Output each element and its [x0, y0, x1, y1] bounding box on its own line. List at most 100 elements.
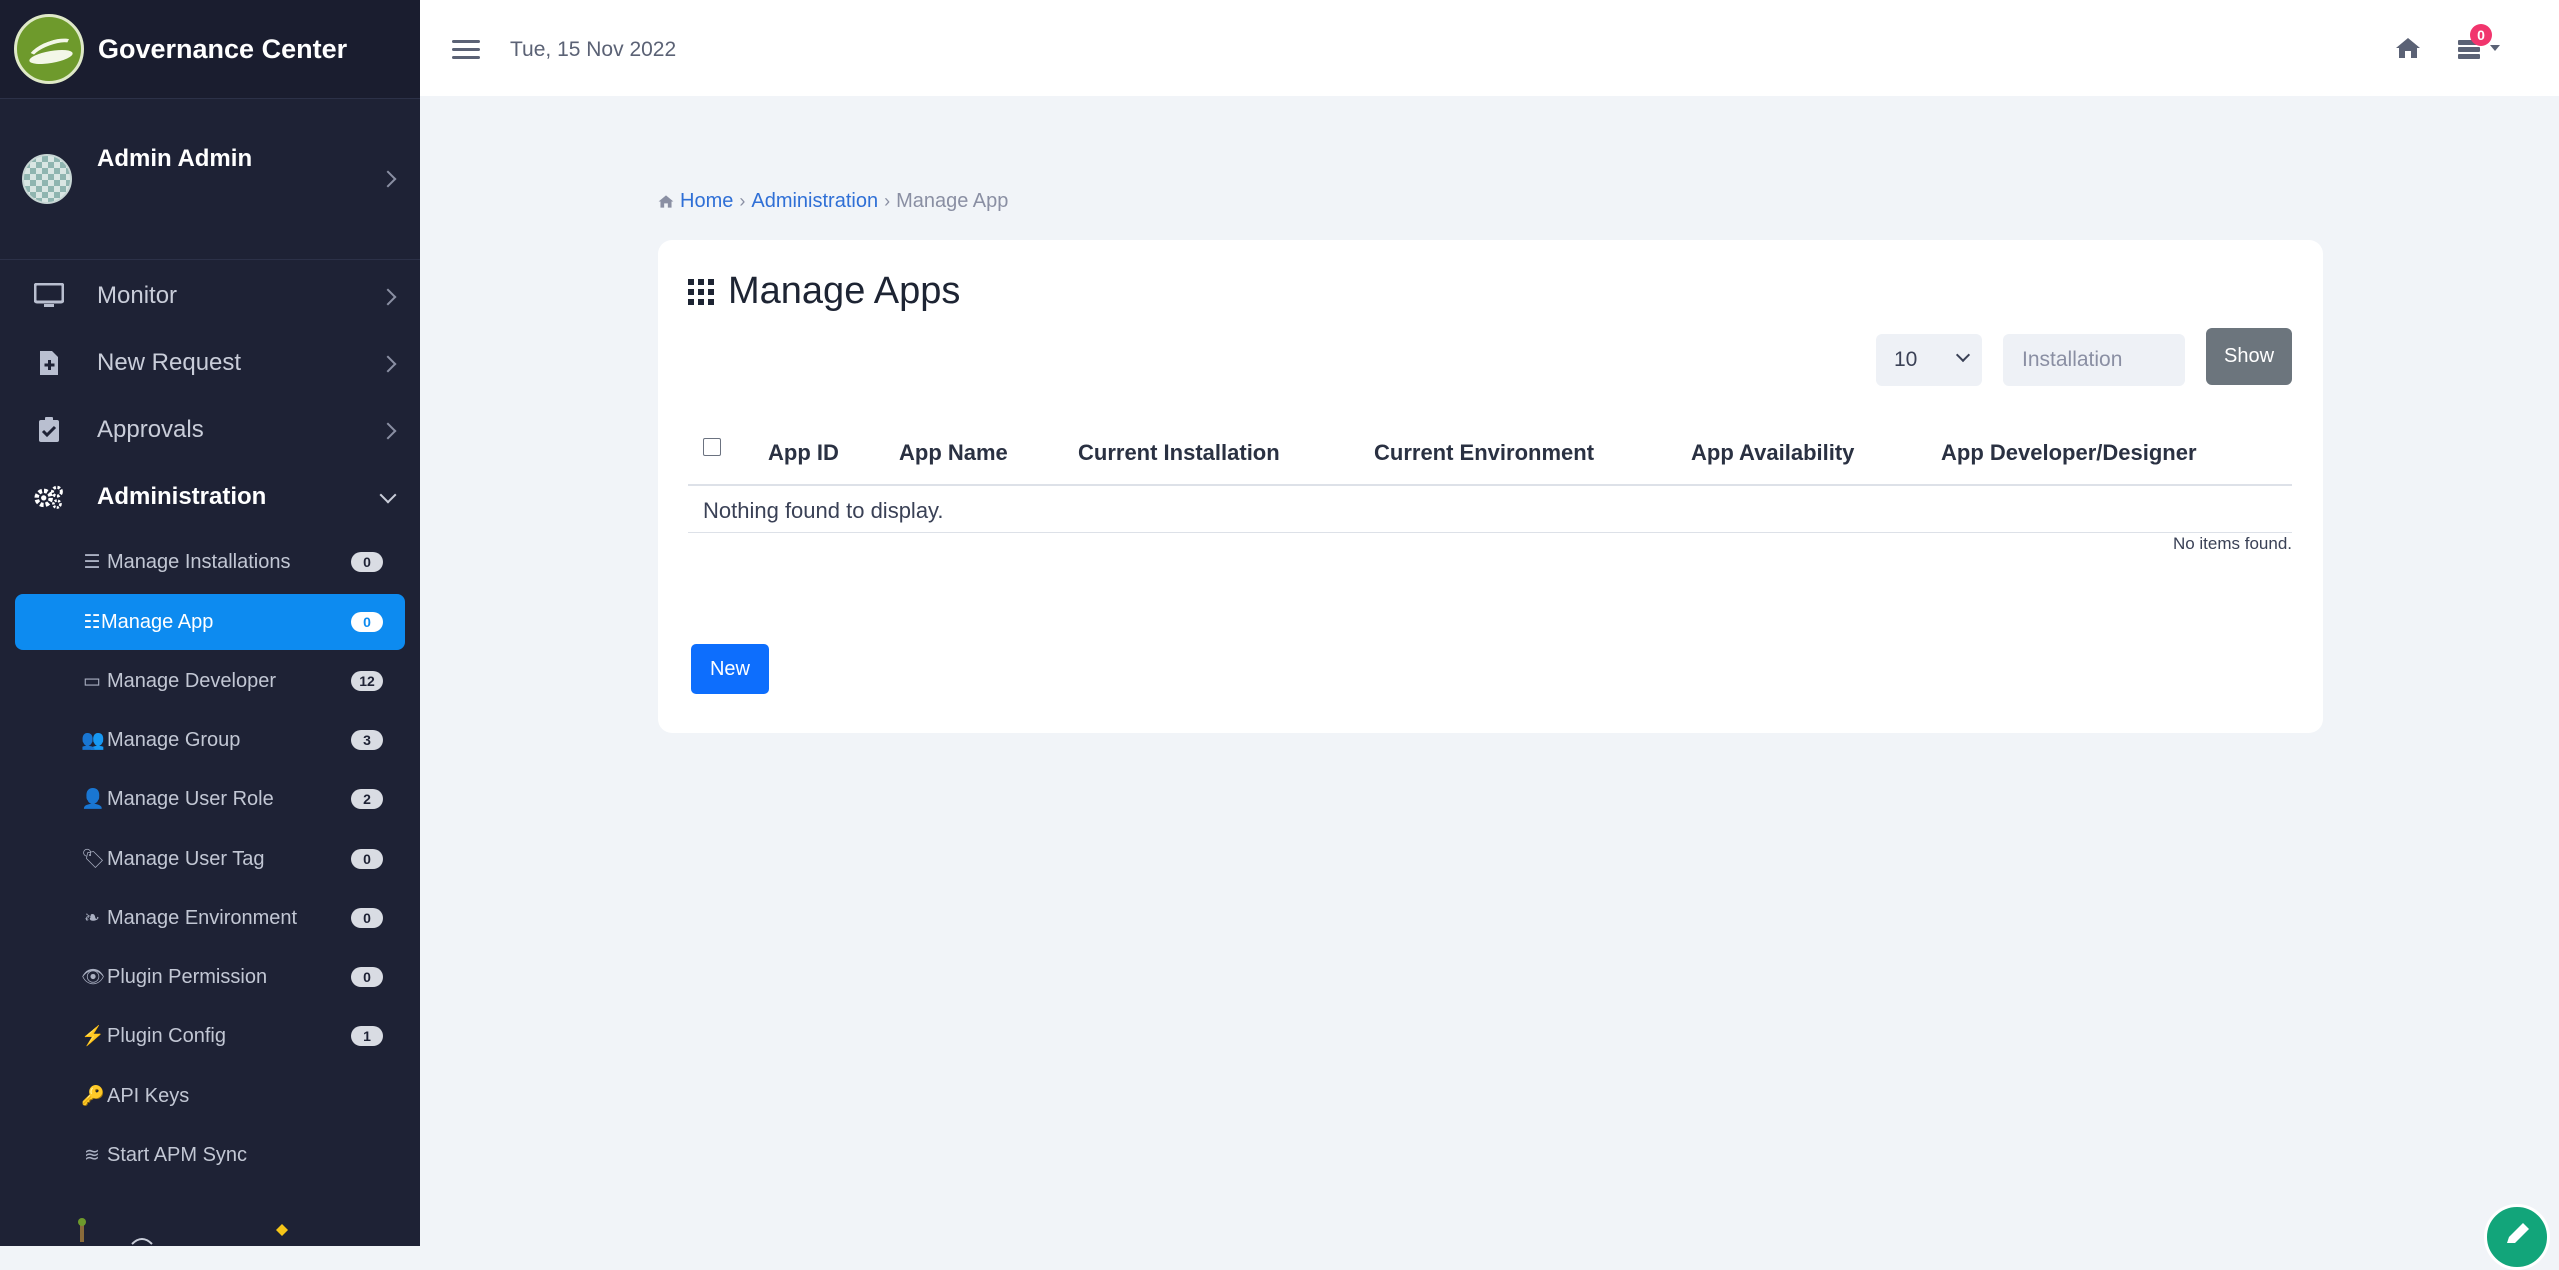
manage-apps-card: Manage Apps 10 Installation Show App ID …: [658, 240, 2323, 733]
sidebar-item-manage-developer[interactable]: ▭ Manage Developer 12: [15, 653, 405, 709]
sidebar-item-approvals[interactable]: Approvals: [0, 400, 420, 460]
sidebar-item-label: Start APM Sync: [107, 1143, 248, 1166]
table-empty-row: Nothing found to display.: [688, 486, 2292, 533]
sidebar-item-label: Monitor: [97, 282, 178, 309]
users-icon: 👥: [81, 730, 105, 751]
sidebar-item-administration[interactable]: Administration: [0, 467, 420, 527]
chevron-right-icon: [379, 288, 397, 306]
column-header-current-environment[interactable]: Current Environment: [1374, 440, 1594, 466]
sidebar-item-label: Manage Installations: [107, 550, 291, 573]
page-size-select[interactable]: 10: [1876, 334, 1982, 386]
sidebar-item-start-apm-sync[interactable]: ≋ Start APM Sync: [15, 1127, 405, 1183]
sidebar-item-manage-user-tag[interactable]: 🏷 Manage User Tag 0: [15, 831, 405, 887]
new-app-button[interactable]: New: [691, 644, 769, 694]
sidebar-item-new-request[interactable]: New Request: [0, 333, 420, 393]
gears-icon: [34, 484, 64, 510]
sidebar-item-label: Manage App: [101, 610, 214, 633]
footer-decoration-icon: [78, 1218, 288, 1245]
sidebar-item-label: Manage Developer: [107, 669, 276, 692]
breadcrumb-current: Manage App: [896, 190, 1009, 212]
sidebar-item-manage-group[interactable]: 👥 Manage Group 3: [15, 712, 405, 768]
sidebar-item-plugin-permission[interactable]: 👁 Plugin Permission 0: [15, 949, 405, 1005]
column-header-app-id[interactable]: App ID: [768, 440, 839, 466]
brand-logo-icon: [14, 14, 84, 84]
column-header-app-developer[interactable]: App Developer/Designer: [1941, 440, 2197, 466]
sidebar: Governance Center Admin Admin Monitor Ne…: [0, 0, 420, 1246]
sidebar-item-label: API Keys: [107, 1084, 190, 1107]
user-name: Admin Admin: [97, 145, 253, 172]
tag-icon: 🏷: [81, 849, 106, 870]
top-bar: Tue, 15 Nov 2022 0: [420, 0, 2559, 96]
plug-icon: ⚡: [81, 1026, 105, 1047]
file-plus-icon: [34, 350, 64, 376]
count-badge: 2: [351, 789, 383, 809]
grid-icon: [688, 278, 714, 305]
chevron-down-icon: [379, 486, 397, 504]
breadcrumb-separator-icon: ›: [739, 191, 746, 211]
column-header-current-installation[interactable]: Current Installation: [1078, 440, 1280, 466]
menu-toggle-icon[interactable]: [452, 40, 480, 60]
layers-icon: ≋: [84, 1144, 100, 1166]
eye-icon: 👁: [81, 967, 106, 988]
count-badge: 12: [351, 671, 383, 691]
sidebar-item-label: Approvals: [97, 416, 204, 443]
sidebar-item-label: Plugin Config: [107, 1024, 226, 1047]
sidebar-item-plugin-config[interactable]: ⚡ Plugin Config 1: [15, 1008, 405, 1064]
count-badge: 1: [351, 1026, 383, 1046]
server-icon: ☰: [83, 551, 101, 573]
sidebar-item-manage-environment[interactable]: ❧ Manage Environment 0: [15, 890, 405, 946]
sidebar-item-label: New Request: [97, 349, 242, 376]
chevron-right-icon: [379, 355, 397, 373]
home-icon: [658, 195, 674, 208]
sidebar-item-label: Administration: [97, 483, 267, 510]
sidebar-item-api-keys[interactable]: 🔑 API Keys: [15, 1068, 405, 1124]
count-badge: 0: [351, 967, 383, 987]
notification-badge: 0: [2470, 24, 2492, 46]
breadcrumb-home-link[interactable]: Home: [680, 190, 733, 213]
sidebar-item-label: Manage Group: [107, 728, 241, 751]
sidebar-item-label: Manage User Tag: [107, 847, 265, 870]
sidebar-item-manage-app[interactable]: ☷ Manage App 0: [15, 594, 405, 650]
brand-header[interactable]: Governance Center: [0, 0, 420, 99]
table-footer-message: No items found.: [2172, 534, 2292, 553]
table-header: App ID App Name Current Installation Cur…: [688, 424, 2292, 486]
id-card-icon: ▭: [83, 670, 101, 692]
grid-list-icon: ☷: [83, 611, 101, 633]
chevron-right-icon: [379, 422, 397, 440]
sidebar-item-label: Plugin Permission: [107, 965, 268, 988]
show-button[interactable]: Show: [2206, 328, 2292, 385]
sidebar-item-manage-installations[interactable]: ☰ Manage Installations 0: [15, 534, 405, 590]
count-badge: 3: [351, 730, 383, 750]
count-badge: 0: [351, 612, 383, 632]
select-all-checkbox[interactable]: [703, 438, 721, 456]
count-badge: 0: [351, 552, 383, 572]
count-badge: 0: [351, 849, 383, 869]
sidebar-item-label: Manage Environment: [107, 906, 298, 929]
breadcrumb-administration-link[interactable]: Administration: [751, 190, 878, 213]
monitor-icon: [34, 283, 64, 309]
user-profile[interactable]: Admin Admin: [0, 99, 420, 260]
sidebar-item-manage-user-role[interactable]: 👤 Manage User Role 2: [15, 771, 405, 827]
page-title-text: Manage Apps: [728, 270, 961, 312]
installation-filter-input[interactable]: Installation: [2003, 334, 2185, 386]
app-title: Governance Center: [98, 33, 348, 64]
page-size-value: 10: [1894, 348, 1918, 371]
apps-table: App ID App Name Current Installation Cur…: [688, 424, 2292, 553]
page-title: Manage Apps: [688, 270, 960, 313]
chevron-right-icon: [379, 170, 397, 188]
column-header-app-name[interactable]: App Name: [899, 440, 1008, 466]
edit-fab-button[interactable]: [2484, 1204, 2550, 1270]
current-date: Tue, 15 Nov 2022: [510, 38, 677, 61]
empty-message: Nothing found to display.: [703, 498, 944, 523]
breadcrumb-separator-icon: ›: [884, 191, 891, 211]
avatar: [22, 154, 72, 204]
sidebar-item-monitor[interactable]: Monitor: [0, 266, 420, 326]
user-tie-icon: 👤: [81, 789, 105, 810]
count-badge: 0: [351, 908, 383, 928]
sidebar-item-label: Manage User Role: [107, 787, 274, 810]
home-icon[interactable]: [2395, 36, 2421, 60]
leaf-icon: ❧: [84, 907, 100, 929]
key-icon: 🔑: [81, 1086, 105, 1107]
column-header-app-availability[interactable]: App Availability: [1691, 440, 1854, 466]
chevron-down-icon: [1955, 347, 1971, 363]
